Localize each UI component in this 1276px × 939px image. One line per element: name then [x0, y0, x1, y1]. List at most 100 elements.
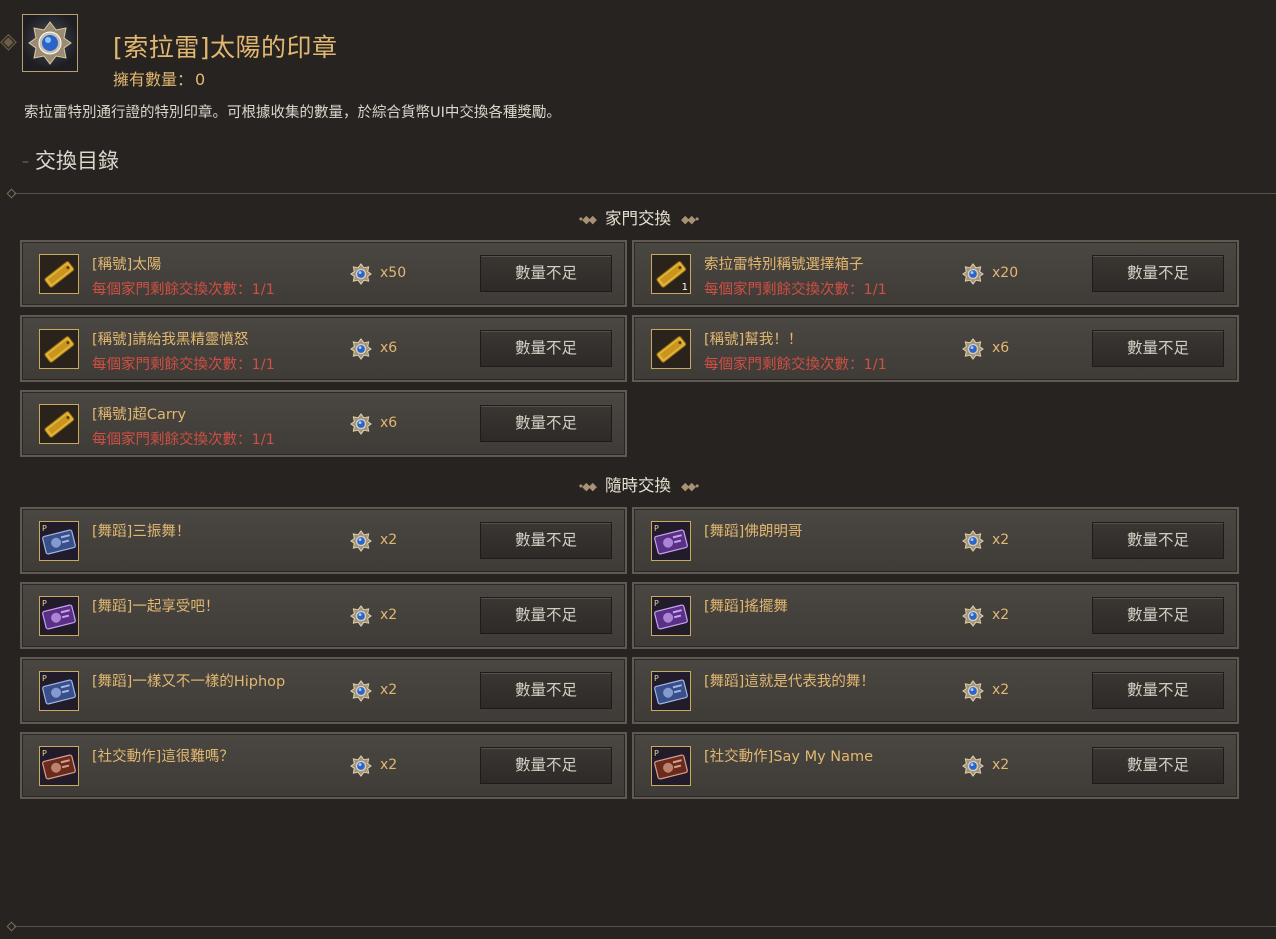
item-name: [舞蹈]一樣又不一樣的Hiphop	[92, 674, 286, 690]
item-cost: x2	[380, 682, 398, 698]
title-ticket-icon[interactable]	[39, 329, 79, 369]
svg-text:P: P	[42, 749, 47, 758]
svg-text:P: P	[42, 524, 47, 533]
exchange-item-card: P [社交動作]Say My Name x2 數量不足	[632, 732, 1239, 799]
exchange-button[interactable]: 數量不足	[480, 747, 612, 784]
item-cost: x2	[380, 607, 398, 623]
exchange-item-card: P [舞蹈]三振舞！ x2 數量不足	[20, 507, 627, 574]
item-description: 索拉雷特別通行證的特別印章。可根據收集的數量，於綜合貨幣UI中交換各種獎勵。	[24, 105, 561, 121]
item-name: [稱號]請給我黑精靈憤怒	[92, 332, 249, 348]
dance-card-blue-icon[interactable]: P	[39, 671, 79, 711]
item-name: [舞蹈]三振舞！	[92, 524, 191, 540]
ornament-left-icon: •◆◆	[577, 213, 597, 226]
item-cost: x2	[992, 532, 1010, 548]
dance-card-blue-icon[interactable]: P	[39, 521, 79, 561]
item-cost: x2	[380, 757, 398, 773]
item-name: [稱號]幫我！！	[704, 332, 803, 348]
dance-card-purple-icon[interactable]: P	[651, 596, 691, 636]
sun-seal-emblem-icon	[22, 14, 78, 72]
svg-text:P: P	[42, 674, 47, 683]
exchange-button[interactable]: 數量不足	[1092, 255, 1224, 292]
exchange-button[interactable]: 數量不足	[480, 330, 612, 367]
exchange-item-card: [稱號]太陽 每個家門剩餘交換次數：1/1 x50 數量不足	[20, 240, 627, 307]
exchange-button[interactable]: 數量不足	[480, 522, 612, 559]
sun-seal-currency-icon	[350, 413, 372, 435]
exchange-button[interactable]: 數量不足	[1092, 330, 1224, 367]
exchange-item-card: P [社交動作]這很難嗎？ x2 數量不足	[20, 732, 627, 799]
item-cost: x6	[992, 340, 1010, 356]
exchange-item-card: P [舞蹈]一樣又不一樣的Hiphop x2 數量不足	[20, 657, 627, 724]
sun-seal-currency-icon	[962, 755, 984, 777]
title-ticket-icon[interactable]	[651, 329, 691, 369]
item-name: [社交動作]Say My Name	[704, 749, 874, 765]
exchange-catalog-heading: – 交換目錄	[22, 145, 119, 175]
sun-seal-currency-icon	[962, 263, 984, 285]
item-cost: x20	[992, 265, 1019, 281]
divider-diamond-icon	[6, 188, 17, 199]
svg-text:P: P	[42, 599, 47, 608]
exchange-item-card: P [舞蹈]這就是代表我的舞！ x2 數量不足	[632, 657, 1239, 724]
sun-seal-currency-icon	[350, 338, 372, 360]
sun-seal-currency-icon	[350, 755, 372, 777]
exchange-button[interactable]: 數量不足	[1092, 522, 1224, 559]
exchange-item-card: P [舞蹈]佛朗明哥 x2 數量不足	[632, 507, 1239, 574]
exchange-item-card: P [舞蹈]一起享受吧！ x2 數量不足	[20, 582, 627, 649]
exchange-button[interactable]: 數量不足	[480, 405, 612, 442]
exchange-item-card: P [舞蹈]搖擺舞 x2 數量不足	[632, 582, 1239, 649]
svg-text:P: P	[654, 524, 659, 533]
item-cost: x2	[380, 532, 398, 548]
item-name: [社交動作]這很難嗎？	[92, 749, 234, 765]
dance-card-purple-icon[interactable]: P	[651, 521, 691, 561]
sun-seal-currency-icon	[350, 680, 372, 702]
title-ticket-icon[interactable]	[39, 254, 79, 294]
sun-seal-currency-icon	[962, 530, 984, 552]
svg-text:P: P	[654, 674, 659, 683]
owned-value: 0	[195, 70, 206, 89]
divider-bottom	[14, 926, 1276, 927]
item-name: [舞蹈]一起享受吧！	[92, 599, 220, 615]
sun-seal-currency-icon	[350, 263, 372, 285]
group-title-family: •◆◆ 家門交換 ◆◆•	[577, 209, 701, 228]
dance-card-blue-icon[interactable]: P	[651, 671, 691, 711]
sun-seal-currency-icon	[962, 338, 984, 360]
dance-card-purple-icon[interactable]: P	[39, 596, 79, 636]
exchange-button[interactable]: 數量不足	[480, 255, 612, 292]
title-ticket-icon[interactable]	[39, 404, 79, 444]
owned-count: 擁有數量： 0	[113, 66, 205, 90]
exchange-button[interactable]: 數量不足	[1092, 597, 1224, 634]
sun-seal-currency-icon	[962, 680, 984, 702]
group-title-anytime: •◆◆ 隨時交換 ◆◆•	[577, 476, 701, 495]
item-cost: x6	[380, 340, 398, 356]
exchange-limit: 每個家門剩餘交換次數：1/1	[704, 357, 887, 373]
svg-text:P: P	[654, 599, 659, 608]
title-ticket-icon[interactable]: 1	[651, 254, 691, 294]
item-name: [舞蹈]佛朗明哥	[704, 524, 803, 540]
exchange-button[interactable]: 數量不足	[480, 597, 612, 634]
item-cost: x2	[992, 607, 1010, 623]
exchange-item-card: [稱號]請給我黑精靈憤怒每個家門剩餘交換次數：1/1 x6 數量不足	[20, 315, 627, 382]
item-name: [稱號]超Carry	[92, 407, 187, 423]
dash-icon: –	[22, 154, 29, 170]
social-card-red-icon[interactable]: P	[39, 746, 79, 786]
sun-seal-currency-icon	[350, 530, 372, 552]
ornament-left-icon: •◆◆	[577, 480, 597, 493]
item-title: [索拉雷]太陽的印章	[113, 33, 338, 62]
exchange-button[interactable]: 數量不足	[480, 672, 612, 709]
item-header: ◈ [索拉雷]太陽的印章 擁有數量： 0	[0, 0, 1276, 100]
section-title-text: 交換目錄	[35, 149, 119, 173]
exchange-limit: 每個家門剩餘交換次數：1/1	[92, 357, 275, 373]
exchange-limit: 每個家門剩餘交換次數：1/1	[704, 282, 887, 298]
ornament-right-icon: ◆◆•	[681, 480, 700, 493]
item-name: 索拉雷特別稱號選擇箱子	[704, 257, 864, 273]
divider-diamond-icon	[6, 921, 17, 932]
item-cost: x2	[992, 682, 1010, 698]
exchange-item-card: [稱號]超Carry 每個家門剩餘交換次數：1/1 x6 數量不足	[20, 390, 627, 457]
exchange-limit: 每個家門剩餘交換次數：1/1	[92, 282, 275, 298]
exchange-button[interactable]: 數量不足	[1092, 747, 1224, 784]
sun-seal-currency-icon	[962, 605, 984, 627]
exchange-limit: 每個家門剩餘交換次數：1/1	[92, 432, 275, 448]
item-cost: x6	[380, 415, 398, 431]
exchange-button[interactable]: 數量不足	[1092, 672, 1224, 709]
item-name: [舞蹈]這就是代表我的舞！	[704, 674, 875, 690]
social-card-red-icon[interactable]: P	[651, 746, 691, 786]
